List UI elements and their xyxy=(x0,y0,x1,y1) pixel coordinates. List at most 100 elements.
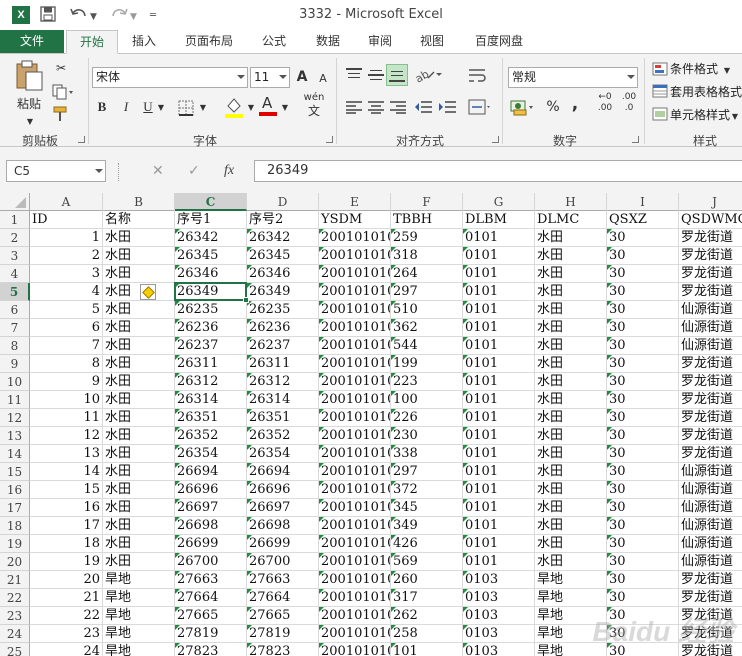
grow-font-button[interactable]: A xyxy=(294,67,310,87)
cell-h1[interactable]: DLMC xyxy=(535,211,607,229)
cut-icon[interactable]: ✂ xyxy=(52,58,70,78)
row-header-5[interactable]: 5 xyxy=(0,283,30,301)
cell-f18[interactable]: 349 xyxy=(391,517,463,535)
cell-f15[interactable]: 297 xyxy=(391,463,463,481)
cell-g20[interactable]: 0101 xyxy=(463,553,535,571)
cell-i10[interactable]: 30 xyxy=(607,373,679,391)
cell-i21[interactable]: 30 xyxy=(607,571,679,589)
cell-h8[interactable]: 水田 xyxy=(535,337,607,355)
cell-j1[interactable]: QSDWMC xyxy=(679,211,742,229)
cell-i1[interactable]: QSXZ xyxy=(607,211,679,229)
cell-i11[interactable]: 30 xyxy=(607,391,679,409)
cell-e15[interactable]: 2001010100 xyxy=(319,463,391,481)
cell-h14[interactable]: 水田 xyxy=(535,445,607,463)
paste-dropdown-icon[interactable]: ▼ xyxy=(20,112,40,132)
cell-g18[interactable]: 0101 xyxy=(463,517,535,535)
cell-d17[interactable]: 26697 xyxy=(247,499,319,517)
cell-j5[interactable]: 罗龙街道 xyxy=(679,283,742,301)
row-header-15[interactable]: 15 xyxy=(0,463,30,481)
cell-i8[interactable]: 30 xyxy=(607,337,679,355)
cell-f13[interactable]: 230 xyxy=(391,427,463,445)
cell-styles-icon[interactable] xyxy=(652,107,668,121)
row-header-22[interactable]: 22 xyxy=(0,589,30,607)
row-header-1[interactable]: 1 xyxy=(0,211,30,229)
cell-f6[interactable]: 510 xyxy=(391,301,463,319)
cell-b9[interactable]: 水田 xyxy=(103,355,175,373)
cell-c23[interactable]: 27665 xyxy=(175,607,247,625)
cell-c9[interactable]: 26311 xyxy=(175,355,247,373)
cell-a25[interactable]: 24 xyxy=(30,643,103,656)
column-header-b[interactable]: B xyxy=(103,193,175,211)
cell-f11[interactable]: 100 xyxy=(391,391,463,409)
cell-g10[interactable]: 0101 xyxy=(463,373,535,391)
cell-f7[interactable]: 362 xyxy=(391,319,463,337)
cell-e1[interactable]: YSDM xyxy=(319,211,391,229)
copy-icon[interactable] xyxy=(52,84,73,100)
cell-i7[interactable]: 30 xyxy=(607,319,679,337)
cell-a12[interactable]: 11 xyxy=(30,409,103,427)
cell-g24[interactable]: 0103 xyxy=(463,625,535,643)
cell-j2[interactable]: 罗龙街道 xyxy=(679,229,742,247)
cell-d7[interactable]: 26236 xyxy=(247,319,319,337)
column-header-c[interactable]: C xyxy=(175,193,247,211)
cell-d25[interactable]: 27823 xyxy=(247,643,319,656)
format-painter-icon[interactable] xyxy=(52,106,70,122)
cell-e17[interactable]: 2001010100 xyxy=(319,499,391,517)
cell-d24[interactable]: 27819 xyxy=(247,625,319,643)
cell-f2[interactable]: 259 xyxy=(391,229,463,247)
enter-icon[interactable]: ✓ xyxy=(188,161,200,181)
splitter-handle[interactable] xyxy=(118,163,121,181)
cell-a17[interactable]: 16 xyxy=(30,499,103,517)
cell-e18[interactable]: 2001010100 xyxy=(319,517,391,535)
cell-f17[interactable]: 345 xyxy=(391,499,463,517)
cell-j14[interactable]: 罗龙街道 xyxy=(679,445,742,463)
font-name-select[interactable]: 宋体 xyxy=(92,67,248,88)
fill-handle[interactable] xyxy=(243,297,249,303)
cell-a23[interactable]: 22 xyxy=(30,607,103,625)
alignment-launcher-icon[interactable] xyxy=(492,136,499,143)
font-color-dropdown-icon[interactable]: ▼ xyxy=(280,98,290,118)
cell-i12[interactable]: 30 xyxy=(607,409,679,427)
cancel-icon[interactable]: ✕ xyxy=(152,161,164,181)
cell-g21[interactable]: 0103 xyxy=(463,571,535,589)
align-top-icon[interactable] xyxy=(346,68,362,82)
shrink-font-button[interactable]: A xyxy=(316,69,330,89)
cell-d15[interactable]: 26694 xyxy=(247,463,319,481)
cell-c24[interactable]: 27819 xyxy=(175,625,247,643)
cell-c22[interactable]: 27664 xyxy=(175,589,247,607)
cell-e21[interactable]: 2001010100 xyxy=(319,571,391,589)
cell-d19[interactable]: 26699 xyxy=(247,535,319,553)
cell-j9[interactable]: 罗龙街道 xyxy=(679,355,742,373)
column-header-d[interactable]: D xyxy=(247,193,319,211)
row-header-4[interactable]: 4 xyxy=(0,265,30,283)
cell-c20[interactable]: 26700 xyxy=(175,553,247,571)
cell-a14[interactable]: 13 xyxy=(30,445,103,463)
tab-insert[interactable]: 插入 xyxy=(122,30,166,54)
cell-a3[interactable]: 2 xyxy=(30,247,103,265)
cell-g3[interactable]: 0101 xyxy=(463,247,535,265)
cell-f4[interactable]: 264 xyxy=(391,265,463,283)
cell-g9[interactable]: 0101 xyxy=(463,355,535,373)
cell-a18[interactable]: 17 xyxy=(30,517,103,535)
cell-e5[interactable]: 2001010100 xyxy=(319,283,391,301)
cell-f23[interactable]: 262 xyxy=(391,607,463,625)
cell-d11[interactable]: 26314 xyxy=(247,391,319,409)
column-header-h[interactable]: H xyxy=(535,193,607,211)
cell-e14[interactable]: 2001010100 xyxy=(319,445,391,463)
cell-e23[interactable]: 2001010100 xyxy=(319,607,391,625)
conditional-formatting-button[interactable]: 条件格式 xyxy=(670,60,718,77)
cell-e3[interactable]: 2001010100 xyxy=(319,247,391,265)
cell-g5[interactable]: 0101 xyxy=(463,283,535,301)
cell-a1[interactable]: ID xyxy=(30,211,103,229)
cell-b11[interactable]: 水田 xyxy=(103,391,175,409)
accounting-format-icon[interactable] xyxy=(510,98,536,116)
cell-c17[interactable]: 26697 xyxy=(175,499,247,517)
row-header-12[interactable]: 12 xyxy=(0,409,30,427)
bold-button[interactable]: B xyxy=(94,97,110,117)
cell-c4[interactable]: 26346 xyxy=(175,265,247,283)
cell-h7[interactable]: 水田 xyxy=(535,319,607,337)
cell-i19[interactable]: 30 xyxy=(607,535,679,553)
cell-e20[interactable]: 2001010100 xyxy=(319,553,391,571)
cell-b25[interactable]: 旱地 xyxy=(103,643,175,656)
cell-f5[interactable]: 297 xyxy=(391,283,463,301)
